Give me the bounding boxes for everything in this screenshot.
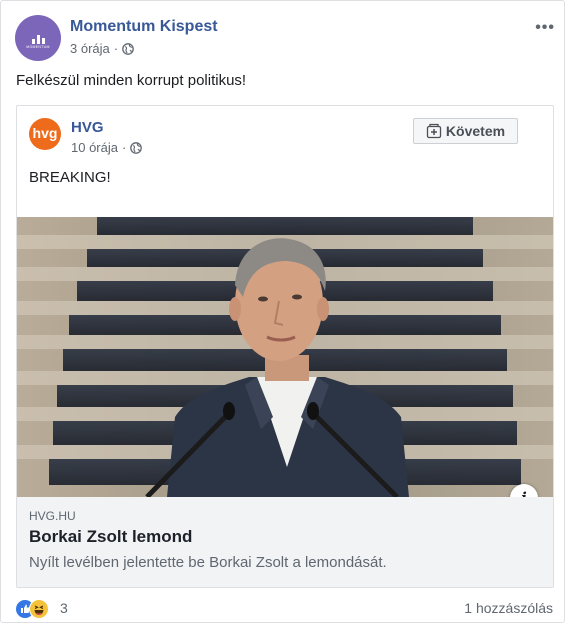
post-meta: 3 órája · [70,41,134,56]
follow-button[interactable]: Követem [413,118,518,144]
logo-bar [42,38,45,44]
more-options-icon[interactable]: ••• [535,19,555,37]
post-card: MOMENTUM Momentum Kispest 3 órája · ••• … [0,0,565,623]
link-image[interactable] [17,217,553,497]
link-description: Nyílt levélben jelentette be Borkai Zsol… [29,554,387,571]
page-name[interactable]: Momentum Kispest [70,18,218,36]
reaction-count[interactable]: 3 [60,600,68,616]
meta-separator: · [121,140,127,155]
follow-icon [426,123,442,139]
avatar-label: MOMENTUM [26,45,50,49]
shared-meta: 10 órája · [71,140,143,155]
post-header: MOMENTUM Momentum Kispest 3 órája · ••• [15,15,555,61]
page-avatar[interactable]: MOMENTUM [15,15,61,61]
link-domain: HVG.HU [29,509,76,523]
post-text: Felkészül minden korrupt politikus! [16,72,247,89]
globe-icon[interactable] [122,42,134,55]
hvg-logo[interactable]: hvg [29,118,61,150]
haha-reaction-icon[interactable] [29,599,49,619]
shared-text: BREAKING! [29,169,111,186]
comments-link[interactable]: 1 hozzászólás [464,600,553,616]
link-title[interactable]: Borkai Zsolt lemond [29,527,192,547]
link-preview[interactable]: HVG.HU Borkai Zsolt lemond Nyílt levélbe… [17,497,553,587]
shared-time[interactable]: 10 órája [71,140,118,155]
logo-bar [37,35,40,44]
globe-icon[interactable] [130,141,143,154]
follow-label: Követem [445,123,506,139]
logo-bar [32,39,35,44]
post-time[interactable]: 3 órája [70,41,110,56]
post-footer: 3 1 hozzászólás [15,599,553,619]
shared-post: hvg HVG 10 órája · Követem BREAKING! HVG… [16,105,554,588]
meta-separator: · [113,41,119,56]
shared-page-name[interactable]: HVG [71,119,104,136]
article-photo [17,217,553,497]
